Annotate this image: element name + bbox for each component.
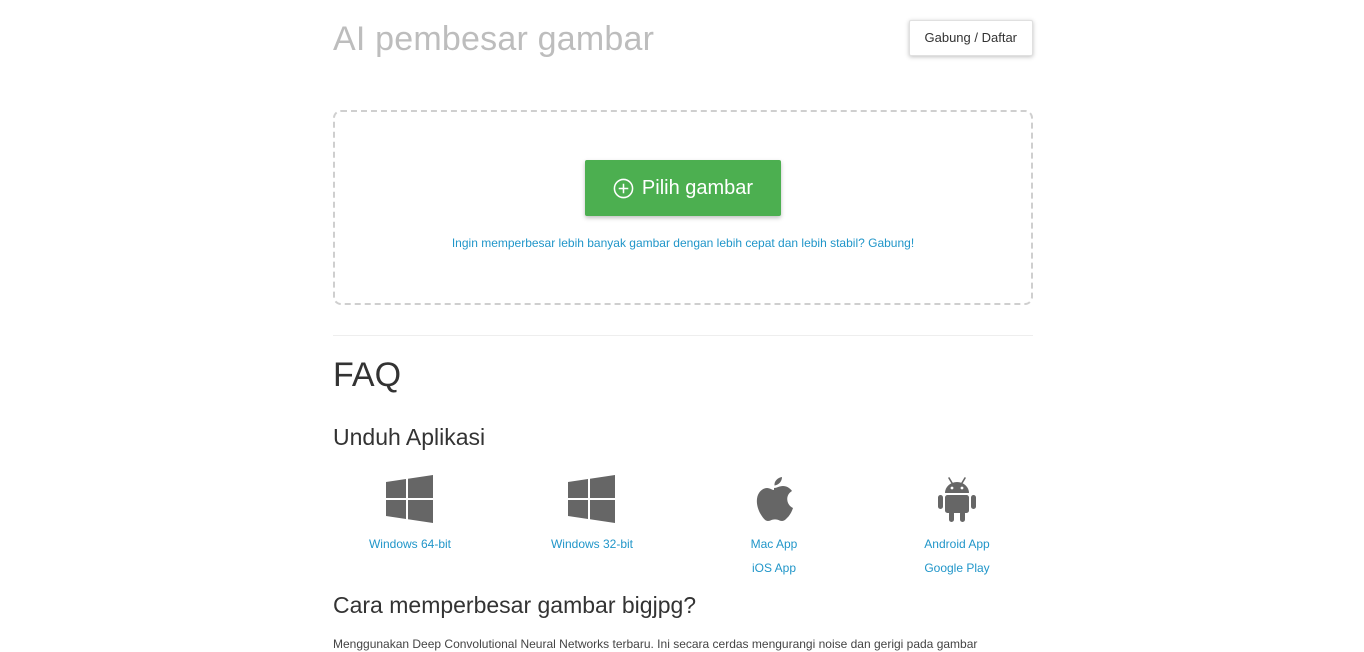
how-it-works-title: Cara memperbesar gambar bigjpg? [333,592,697,618]
app-windows-32: Windows 32-bit [512,474,672,556]
mac-app-link[interactable]: Mac App [694,532,854,556]
windows-icon [512,474,672,524]
pick-image-label: Pilih gambar [641,176,754,199]
app-android: Android App Google Play [877,474,1037,580]
page-container: AI pembesar gambar Gabung / Daftar Pilih… [333,0,1033,651]
ios-app-link[interactable]: iOS App [694,556,854,580]
android-app-link[interactable]: Android App [877,532,1037,556]
app-apple: Mac App iOS App [694,474,854,580]
site-title: AI pembesar gambar [333,20,655,58]
upload-dropzone[interactable]: Pilih gambar Ingin memperbesar lebih ban… [333,110,1033,305]
apps-title: Unduh Aplikasi [333,424,486,450]
divider [333,335,1033,336]
header: AI pembesar gambar Gabung / Daftar [333,0,1033,80]
android-icon [877,474,1037,524]
pick-image-button[interactable]: Pilih gambar [585,160,781,216]
add-circle-icon [613,178,634,199]
windows-32-link[interactable]: Windows 32-bit [512,532,672,556]
app-downloads: Windows 64-bit Windows 32-bit Mac App iO… [333,474,1063,584]
upgrade-link[interactable]: Ingin memperbesar lebih banyak gambar de… [335,236,1031,250]
login-signup-button[interactable]: Gabung / Daftar [908,20,1033,56]
app-windows-64: Windows 64-bit [330,474,490,556]
windows-64-link[interactable]: Windows 64-bit [330,532,490,556]
faq-title: FAQ [333,356,402,394]
windows-icon [330,474,490,524]
google-play-link[interactable]: Google Play [877,556,1037,580]
apple-icon [694,474,854,524]
